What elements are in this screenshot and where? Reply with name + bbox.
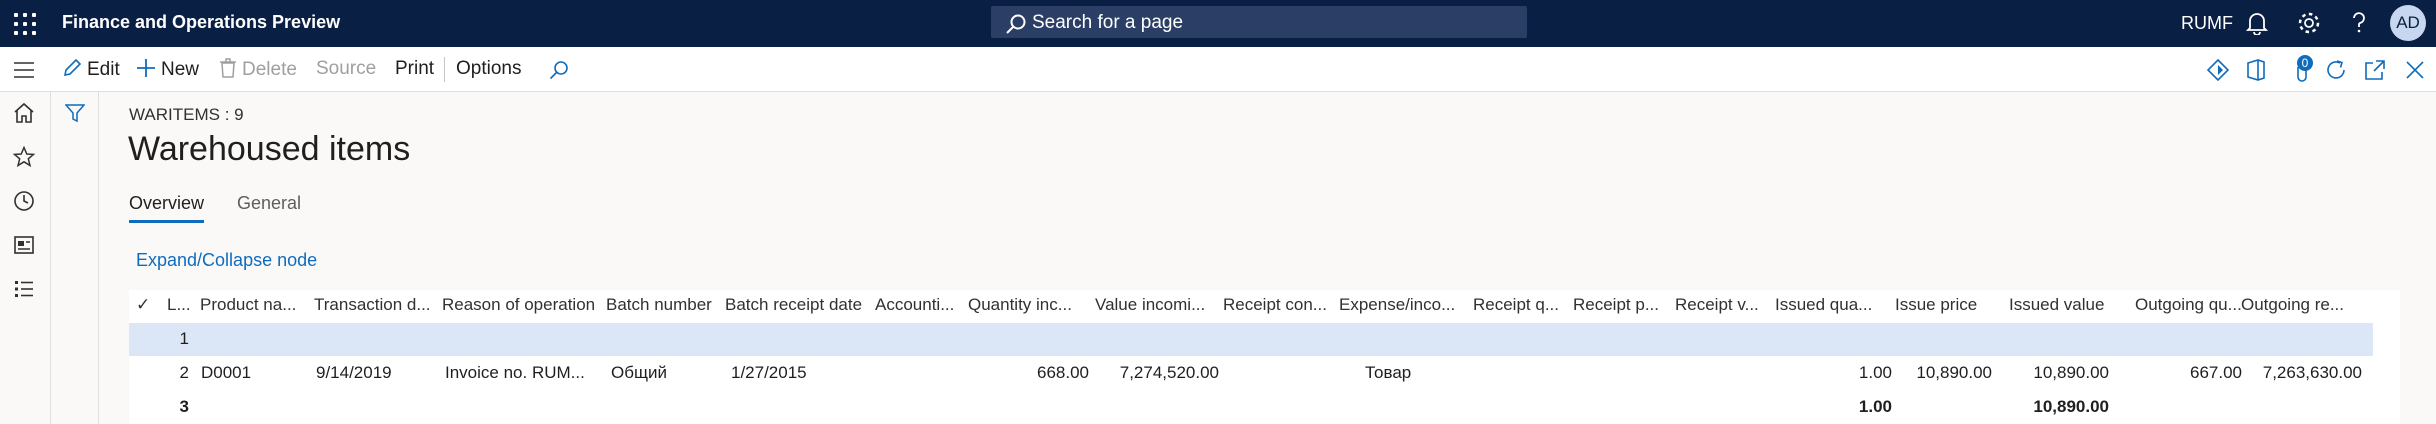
refresh-icon[interactable] <box>2325 59 2347 81</box>
top-bar: Finance and Operations Preview Search fo… <box>0 0 2436 47</box>
column-header[interactable]: Receipt q... <box>1473 295 1559 315</box>
transaction-date-cell[interactable]: 9/14/2019 <box>316 363 392 383</box>
column-header[interactable]: Product na... <box>200 295 296 315</box>
help-icon[interactable] <box>2349 11 2369 35</box>
tab-general[interactable]: General <box>237 193 301 214</box>
company-picker[interactable]: RUMF <box>2181 13 2233 34</box>
column-header[interactable]: Outgoing qu... <box>2135 295 2242 315</box>
action-search-icon[interactable] <box>549 60 569 80</box>
new-label: New <box>161 59 200 80</box>
delete-button[interactable]: Delete <box>219 58 297 81</box>
column-header[interactable]: Accounti... <box>875 295 954 315</box>
trash-icon <box>220 58 236 78</box>
options-button[interactable]: Options <box>456 58 521 80</box>
edit-label: Edit <box>87 59 120 80</box>
column-header[interactable]: Transaction d... <box>314 295 431 315</box>
column-header[interactable]: Receipt p... <box>1573 295 1659 315</box>
column-header[interactable]: Issued value <box>2009 295 2104 315</box>
line-number-cell: 2 <box>179 363 189 382</box>
column-header[interactable]: Value incomi... <box>1095 295 1205 315</box>
app-title[interactable]: Finance and Operations Preview <box>62 12 340 33</box>
select-all-checkbox[interactable]: ✓ <box>136 295 150 315</box>
workspaces-icon[interactable] <box>13 234 35 256</box>
batch-number-cell[interactable]: Общий <box>611 363 667 383</box>
column-header[interactable]: Issue price <box>1895 295 1977 315</box>
page-title: Warehoused items <box>128 130 411 168</box>
product-cell[interactable]: D0001 <box>201 363 251 383</box>
items-grid: ✓ L... Product na... Transaction d... Re… <box>129 290 2400 424</box>
tab-overview[interactable]: Overview <box>129 193 204 214</box>
search-icon <box>1006 14 1026 34</box>
print-button[interactable]: Print <box>395 58 434 80</box>
column-header[interactable]: Receipt v... <box>1675 295 1759 315</box>
avatar[interactable]: AD <box>2390 5 2426 41</box>
search-box[interactable]: Search for a page <box>991 6 1527 38</box>
reason-cell[interactable]: Invoice no. RUM... <box>445 363 585 383</box>
issued-quantity-cell[interactable]: 1.00 <box>1789 363 1892 383</box>
action-pane: Edit New Delete Source Print Options 0 <box>0 47 2436 92</box>
column-header[interactable]: Outgoing re... <box>2241 295 2344 315</box>
column-header[interactable]: Batch number <box>606 295 712 315</box>
modules-list-icon[interactable] <box>13 278 35 300</box>
column-header[interactable]: Issued qua... <box>1775 295 1872 315</box>
line-number-cell: 3 <box>179 397 189 416</box>
hamburger-icon[interactable] <box>13 61 35 79</box>
plus-icon <box>137 59 155 77</box>
table-row-selected[interactable] <box>129 323 2373 356</box>
value-incoming-cell[interactable]: 7,274,520.00 <box>1089 363 1219 383</box>
new-button[interactable]: New <box>136 58 199 81</box>
favorites-star-icon[interactable] <box>13 146 35 168</box>
line-number-cell: 1 <box>179 329 189 348</box>
source-button[interactable]: Source <box>316 58 376 80</box>
home-icon[interactable] <box>13 102 35 124</box>
column-header[interactable]: L... <box>167 295 191 315</box>
batch-receipt-date-cell[interactable]: 1/27/2015 <box>731 363 807 383</box>
office-icon[interactable] <box>2246 59 2266 81</box>
recent-clock-icon[interactable] <box>13 190 35 212</box>
active-tab-indicator <box>129 220 204 223</box>
close-icon[interactable] <box>2406 61 2424 79</box>
column-header[interactable]: Batch receipt date <box>725 295 862 315</box>
issued-value-total: 10,890.00 <box>2033 397 2109 416</box>
open-new-window-icon[interactable] <box>2364 59 2386 81</box>
power-apps-icon[interactable] <box>2207 59 2229 81</box>
outgoing-quantity-cell[interactable]: 667.00 <box>2125 363 2242 383</box>
outgoing-remainder-cell[interactable]: 7,263,630.00 <box>2242 363 2362 383</box>
app-launcher-icon[interactable] <box>14 13 36 35</box>
filter-pane <box>51 92 99 424</box>
edit-button[interactable]: Edit <box>62 58 120 81</box>
search-placeholder: Search for a page <box>1032 12 1184 33</box>
attachment-count-badge: 0 <box>2297 55 2313 71</box>
column-header[interactable]: Receipt con... <box>1223 295 1327 315</box>
divider <box>444 57 445 82</box>
issued-quantity-total: 1.00 <box>1858 397 1892 416</box>
pencil-icon <box>63 58 82 77</box>
column-header[interactable]: Reason of operation <box>442 295 595 315</box>
quantity-incoming-cell[interactable]: 668.00 <box>989 363 1089 383</box>
gear-icon[interactable] <box>2297 11 2321 35</box>
navigation-bar <box>0 92 51 424</box>
form-caption: WARITEMS : 9 <box>129 105 244 124</box>
column-header[interactable]: Expense/inco... <box>1339 295 1455 315</box>
filter-icon[interactable] <box>65 103 85 123</box>
expense-income-cell[interactable]: Товар <box>1365 363 1411 383</box>
issued-value-cell[interactable]: 10,890.00 <box>1992 363 2109 383</box>
bell-icon[interactable] <box>2246 11 2268 35</box>
column-header[interactable]: Quantity inc... <box>968 295 1072 315</box>
expand-collapse-node-link[interactable]: Expand/Collapse node <box>136 250 317 271</box>
delete-label: Delete <box>242 59 297 80</box>
issue-price-cell[interactable]: 10,890.00 <box>1892 363 1992 383</box>
